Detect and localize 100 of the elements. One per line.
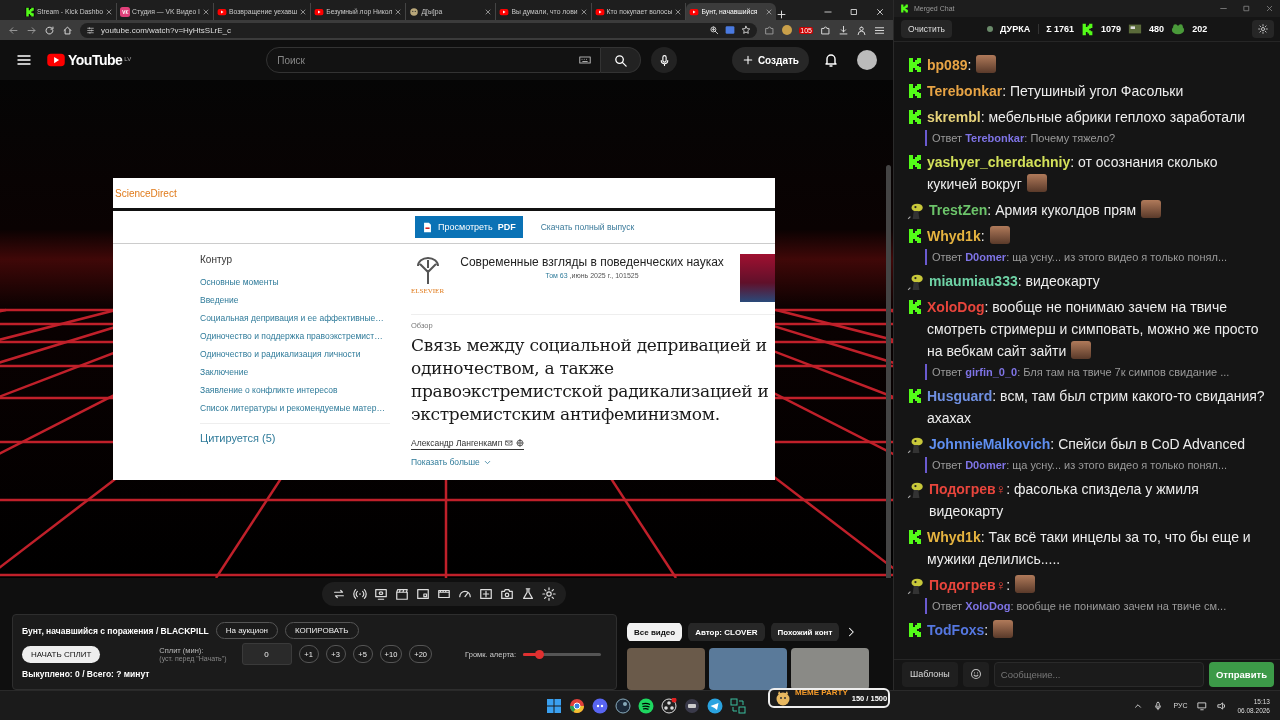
templates-button[interactable]: Шаблоны: [902, 661, 958, 687]
home-icon[interactable]: [62, 24, 73, 36]
chat-message: JohnnieMalkovich: Спейси был в CoD Advanced: [929, 436, 1245, 452]
avatar[interactable]: [857, 50, 877, 70]
kick-logo-icon: [907, 154, 923, 170]
extensions-icon[interactable]: [820, 24, 831, 36]
camera-icon[interactable]: [499, 587, 514, 601]
speaker-icon[interactable]: [1217, 700, 1228, 711]
video-thumbnail[interactable]: [627, 648, 705, 690]
volume-slider[interactable]: [523, 652, 601, 656]
chat-app-icon[interactable]: [592, 697, 608, 714]
filter-chip[interactable]: Похожий конт: [770, 623, 840, 641]
search-field[interactable]: Поиск: [266, 47, 602, 73]
send-button[interactable]: Отправить: [1208, 661, 1274, 687]
youtube-logo-icon: [499, 6, 510, 17]
clear-button[interactable]: Очистить: [901, 20, 952, 38]
message-input[interactable]: Сообщение...: [993, 661, 1204, 687]
arrows-app-icon[interactable]: [730, 697, 746, 714]
reply-preview[interactable]: Ответ D0omer: ща усну... из этого видео я только понял...: [925, 249, 1228, 265]
journal-title[interactable]: Современные взгляды в поведенческих науках: [454, 254, 730, 271]
video-thumbnail[interactable]: [709, 648, 787, 690]
split-input[interactable]: 0: [241, 643, 292, 665]
slider-thumb[interactable]: [534, 649, 544, 659]
frame-icon[interactable]: [415, 587, 430, 601]
close-icon[interactable]: [202, 7, 210, 16]
reply-preview[interactable]: Ответ XoloDog: вообще не понимаю зачем на твиче см...: [925, 598, 1227, 614]
reply-preview[interactable]: Ответ Terebonkar: Почему тяжело?: [925, 130, 1116, 146]
mic-icon[interactable]: [1153, 700, 1164, 711]
back-icon[interactable]: [8, 24, 19, 36]
extension-icon[interactable]: [782, 25, 793, 35]
outline-link[interactable]: Основные моменты: [200, 277, 390, 287]
close-icon[interactable]: [875, 7, 885, 17]
clapperboard-icon[interactable]: [394, 587, 409, 601]
translate-icon[interactable]: [725, 25, 736, 35]
recorder-icon[interactable]: [661, 697, 677, 714]
search-button[interactable]: [601, 47, 642, 73]
outline-link[interactable]: Одиночество и поддержка правоэкстремист…: [200, 331, 390, 341]
new-tab-icon[interactable]: [776, 9, 788, 20]
view-pdf-button[interactable]: Просмотреть PDF: [415, 216, 523, 238]
messenger-icon[interactable]: [707, 697, 723, 714]
outline-link[interactable]: Социальная депривация и ее аффективные…: [200, 313, 390, 323]
flask-icon[interactable]: [520, 587, 535, 601]
address-bar[interactable]: youtube.com/watch?v=HyHtsSLrE_c: [80, 22, 758, 38]
game-store-icon[interactable]: [615, 697, 631, 714]
reply-preview[interactable]: Ответ girfin_0_0: Бля там на твиче 7к симпов свидание ...: [925, 364, 1230, 380]
add-box-icon[interactable]: [478, 587, 493, 601]
profile-icon[interactable]: [856, 24, 867, 36]
video-thumbnail[interactable]: [791, 648, 869, 690]
close-icon[interactable]: [674, 7, 683, 16]
zoom-icon[interactable]: [709, 25, 720, 35]
film-icon[interactable]: [436, 587, 451, 601]
chat-message: Подогрев♀: фасолька спиздела у жмиля видеокарту: [929, 481, 1199, 519]
start-icon[interactable]: [546, 697, 562, 714]
settings-icon[interactable]: [541, 587, 556, 601]
download-issue-link[interactable]: Скачать полный выпуск: [540, 222, 635, 232]
create-button[interactable]: Создать: [731, 47, 809, 73]
menu-icon[interactable]: [874, 24, 885, 36]
viewer-count: 202: [1192, 24, 1208, 34]
reply-preview[interactable]: Ответ D0omer: ща усну... из этого видео я только понял...: [925, 457, 1228, 473]
author-link[interactable]: Александр Лангенкамп: [411, 438, 503, 448]
outline-link[interactable]: Список литературы и рекомендуемые матер…: [200, 403, 390, 413]
outline-link[interactable]: Введение: [200, 295, 390, 305]
outline-link[interactable]: Заключение: [200, 367, 390, 377]
chat-message: Whyd1k: Так всё таки инцелы за то, что бы еще и мужики делились.....: [927, 529, 1251, 567]
maximize-icon[interactable]: [849, 7, 859, 17]
close-icon[interactable]: [394, 7, 403, 16]
filter-chip[interactable]: Все видео: [627, 623, 683, 641]
outline-link[interactable]: Одиночество и радикализация личности: [200, 349, 390, 359]
logo-text[interactable]: YouTube: [68, 52, 123, 68]
close-icon[interactable]: [105, 7, 114, 16]
globe-icon[interactable]: [516, 439, 525, 447]
forward-icon[interactable]: [26, 24, 37, 36]
close-icon[interactable]: [299, 7, 308, 16]
monitor-icon[interactable]: [1197, 700, 1208, 711]
close-icon[interactable]: [484, 7, 493, 16]
bookmark-icon[interactable]: [741, 25, 752, 35]
broadcast-icon[interactable]: [352, 587, 367, 601]
mail-icon[interactable]: [505, 439, 514, 447]
app-icon[interactable]: [684, 697, 700, 714]
screen-icon[interactable]: [373, 587, 388, 601]
reload-icon[interactable]: [44, 24, 55, 36]
music-app-icon[interactable]: [638, 697, 654, 714]
scrollbar[interactable]: [886, 165, 891, 578]
emoji-button[interactable]: [962, 661, 989, 687]
keyboard-icon[interactable]: [579, 54, 592, 66]
filter-chip[interactable]: Автор: CLOVER: [688, 623, 765, 641]
settings-button[interactable]: [1252, 20, 1274, 38]
loop-icon[interactable]: [331, 587, 346, 601]
extension-icon[interactable]: [764, 24, 776, 36]
show-more-link[interactable]: Показать больше: [411, 457, 480, 467]
cited-by-link[interactable]: Цитируется (5): [200, 423, 390, 444]
mascot-icon: [907, 436, 925, 454]
start-split-button[interactable]: НАЧАТЬ СПЛИТ: [22, 645, 101, 663]
browser-icon[interactable]: [569, 697, 585, 714]
outline-link[interactable]: Заявление о конфликте интересов: [200, 385, 390, 395]
download-icon[interactable]: [838, 24, 849, 36]
close-icon[interactable]: [579, 7, 588, 16]
bell-icon[interactable]: [823, 52, 839, 68]
voice-search-button[interactable]: [651, 47, 678, 73]
menu-icon[interactable]: [16, 52, 32, 68]
